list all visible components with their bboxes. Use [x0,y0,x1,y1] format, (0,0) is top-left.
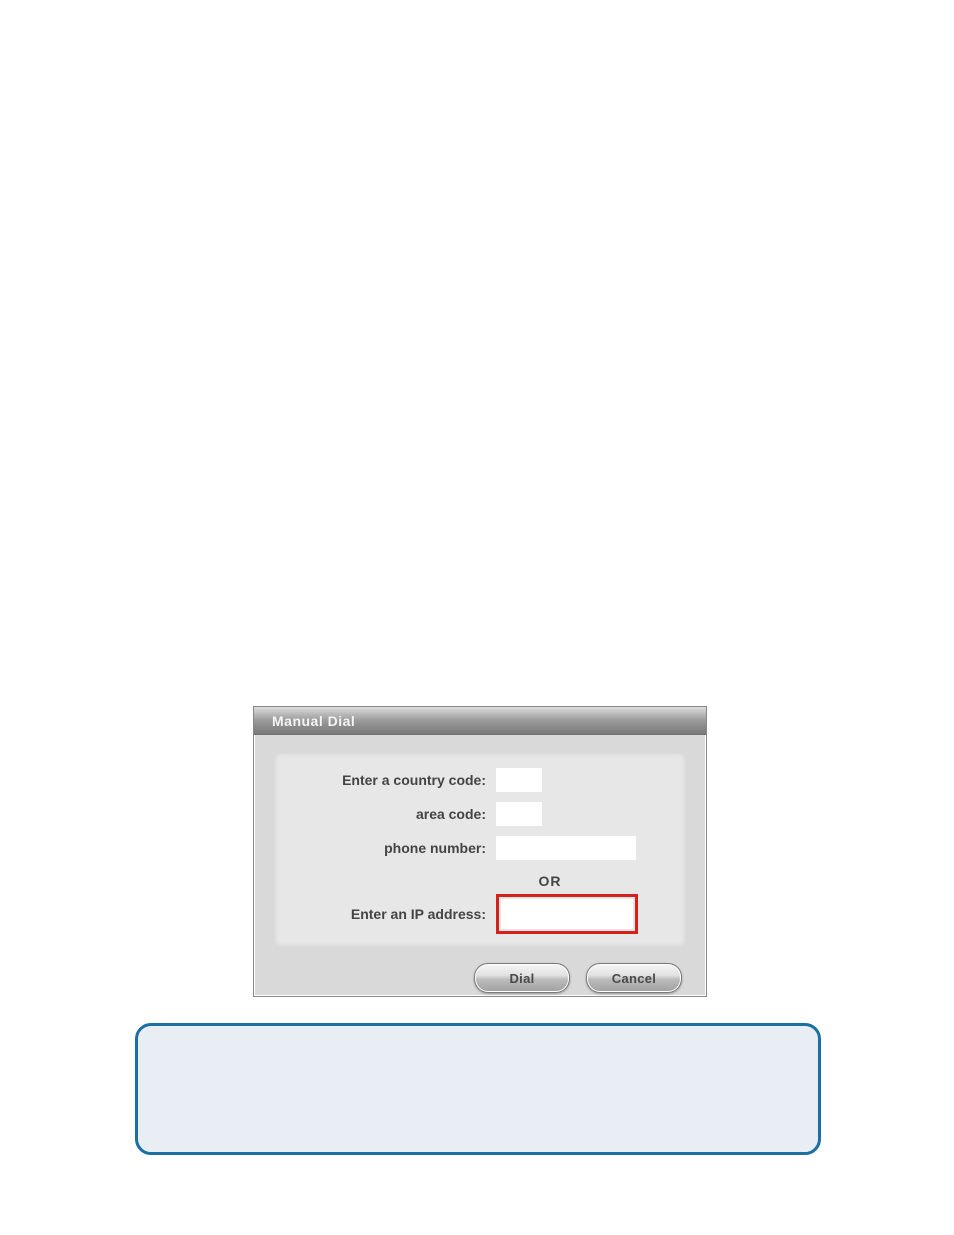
dialog-titlebar: Manual Dial [254,707,706,735]
dialog-title: Manual Dial [272,713,355,729]
label-ip-address: Enter an IP address: [296,906,496,922]
row-phone-number: phone number: [296,835,664,861]
dialog-body: Enter a country code: area code: phone n… [254,735,706,996]
input-phone-number[interactable] [496,836,636,860]
row-area-code: area code: [296,801,664,827]
label-or: OR [436,873,664,889]
input-country-code[interactable] [496,768,542,792]
page-root: Manual Dial Enter a country code: area c… [0,0,954,1235]
row-ip-address: Enter an IP address: [296,897,664,931]
dialog-button-row: Dial Cancel [274,963,686,993]
label-country-code: Enter a country code: [296,772,496,788]
input-area-code[interactable] [496,802,542,826]
input-ip-address[interactable] [501,899,633,929]
ip-highlight-box [496,894,638,934]
row-country-code: Enter a country code: [296,767,664,793]
dial-button[interactable]: Dial [474,963,570,993]
dialog-inner-panel: Enter a country code: area code: phone n… [274,753,686,947]
manual-dial-dialog: Manual Dial Enter a country code: area c… [253,706,707,997]
label-phone-number: phone number: [296,840,496,856]
cancel-button[interactable]: Cancel [586,963,682,993]
label-area-code: area code: [296,806,496,822]
info-callout-box [135,1023,821,1155]
